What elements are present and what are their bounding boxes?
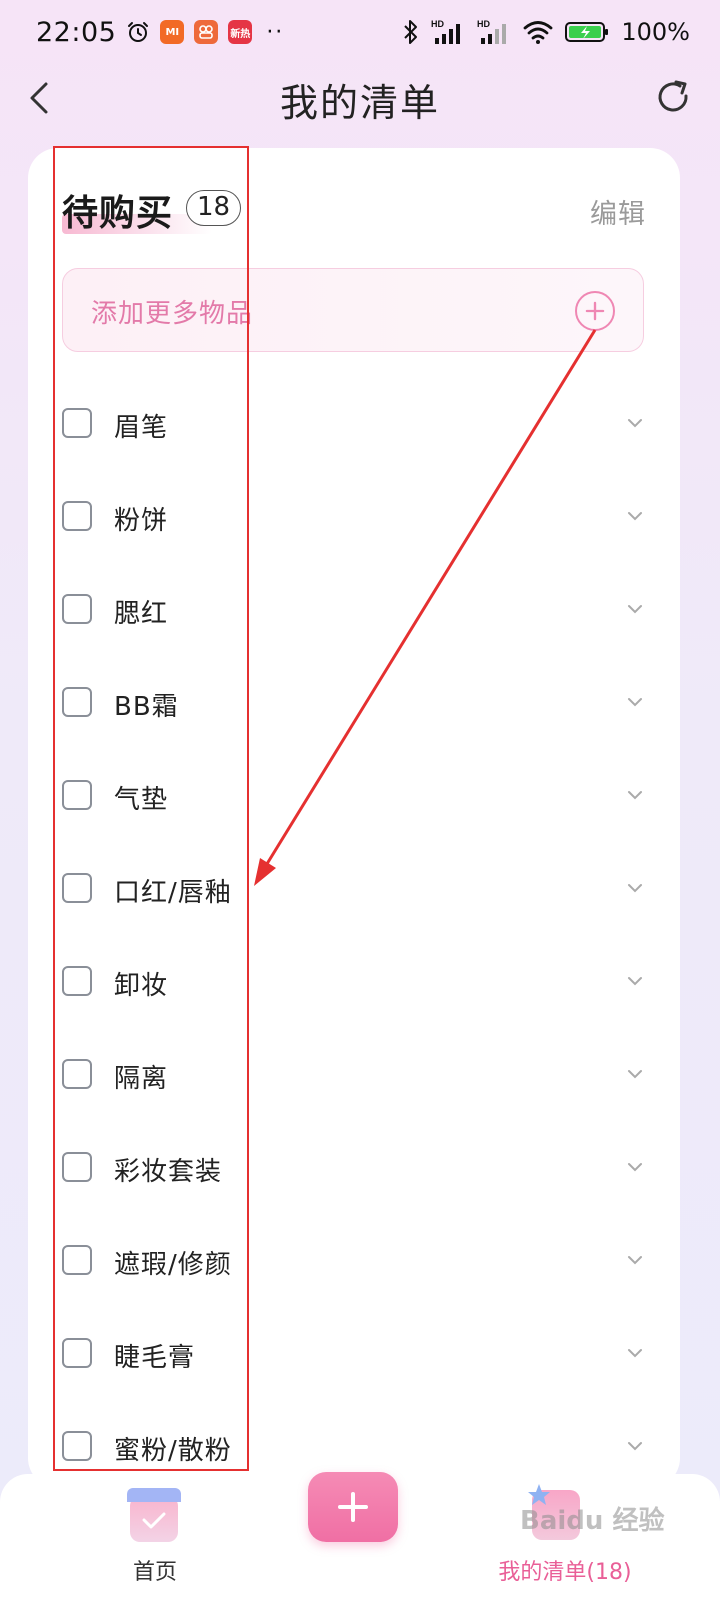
more-notifications: ·· [266, 19, 285, 45]
edit-button[interactable]: 编辑 [590, 192, 646, 231]
plus-circle-icon[interactable] [575, 291, 615, 331]
watermark: Baidu 经验 [520, 1506, 665, 1536]
add-button[interactable] [308, 1472, 398, 1542]
app-notification-icon [194, 20, 219, 44]
chevron-down-icon[interactable] [626, 879, 644, 897]
chevron-down-icon[interactable] [626, 600, 644, 618]
chevron-down-icon[interactable] [626, 414, 644, 432]
chevron-down-icon[interactable] [626, 972, 644, 990]
chevron-down-icon[interactable] [626, 1158, 644, 1176]
chevron-down-icon[interactable] [626, 693, 644, 711]
home-icon [127, 1488, 181, 1542]
wifi-icon [523, 21, 553, 44]
chevron-down-icon[interactable] [626, 1344, 644, 1362]
page-title: 我的清单 [279, 80, 440, 125]
refresh-icon[interactable] [652, 76, 696, 120]
top-bar: 我的清单 [0, 64, 720, 134]
bluetooth-icon [404, 20, 418, 44]
chevron-down-icon[interactable] [626, 1251, 644, 1269]
alarm-icon [128, 22, 149, 42]
chevron-down-icon[interactable] [626, 1065, 644, 1083]
mi-app-icon: MI [160, 20, 185, 44]
chevron-down-icon[interactable] [626, 507, 644, 525]
chevron-down-icon[interactable] [626, 786, 644, 804]
signal-icon: HD [431, 19, 461, 44]
status-bar: 22:05 MI 新热 ·· HD HD 100% [0, 0, 720, 64]
status-time: 22:05 [36, 16, 117, 48]
svg-text:HD: HD [477, 19, 490, 29]
nav-home[interactable]: 首页 [110, 1484, 200, 1585]
battery-percentage: 100% [621, 18, 690, 46]
signal-icon-2: HD [477, 19, 507, 44]
chevron-down-icon[interactable] [626, 1437, 644, 1455]
plus-icon [338, 1492, 368, 1522]
battery-icon [565, 22, 609, 42]
nav-home-label: 首页 [132, 1560, 177, 1585]
annotation-highlight-box [53, 146, 249, 1471]
back-icon[interactable] [22, 78, 62, 118]
svg-text:HD: HD [431, 19, 444, 29]
news-app-icon: 新热 [228, 20, 253, 44]
